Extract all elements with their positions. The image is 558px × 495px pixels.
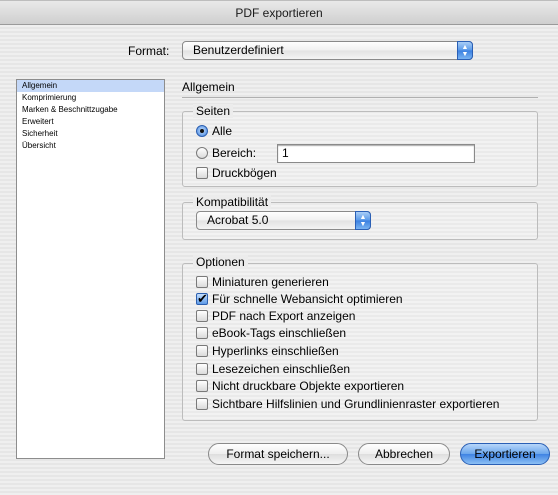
sidebar-item-erweitert[interactable]: Erweitert bbox=[17, 116, 164, 128]
radio-alle[interactable]: Alle bbox=[196, 123, 232, 139]
kompatibilitaet-popup[interactable]: Acrobat 5.0 ▲ ▼ bbox=[196, 211, 371, 230]
option-label: PDF nach Export anzeigen bbox=[212, 309, 356, 323]
sidebar-item-marken[interactable]: Marken & Beschnittzugabe bbox=[17, 104, 164, 116]
bereich-input[interactable]: 1 bbox=[277, 144, 475, 163]
section-title: Allgemein bbox=[182, 80, 235, 94]
option-miniaturen[interactable]: Miniaturen generieren bbox=[196, 274, 329, 290]
option-checkbox[interactable] bbox=[196, 327, 208, 339]
option-ebook-tags[interactable]: eBook-Tags einschließen bbox=[196, 325, 346, 341]
option-checkbox[interactable] bbox=[196, 276, 208, 288]
option-hyperlinks[interactable]: Hyperlinks einschließen bbox=[196, 343, 339, 359]
option-webansicht[interactable]: ✔ Für schnelle Webansicht optimieren bbox=[196, 291, 403, 307]
window-title: PDF exportieren bbox=[0, 1, 558, 25]
druckboegen-checkbox[interactable] bbox=[196, 167, 208, 179]
option-checkbox[interactable] bbox=[196, 345, 208, 357]
format-popup[interactable]: Benutzerdefiniert ▲ ▼ bbox=[182, 41, 473, 60]
seiten-caption: Seiten bbox=[193, 104, 234, 118]
sidebar-item-allgemein[interactable]: Allgemein bbox=[17, 80, 164, 92]
option-nicht-druckbar[interactable]: Nicht druckbare Objekte exportieren bbox=[196, 378, 404, 394]
option-checkbox[interactable]: ✔ bbox=[196, 291, 208, 306]
druckboegen-label: Druckbögen bbox=[212, 166, 277, 180]
option-checkbox[interactable] bbox=[196, 398, 208, 410]
radio-alle-button[interactable] bbox=[196, 125, 208, 137]
category-list: Allgemein Komprimierung Marken & Beschni… bbox=[16, 79, 165, 459]
cancel-button[interactable]: Abbrechen bbox=[358, 443, 450, 465]
radio-bereich[interactable]: Bereich: bbox=[196, 145, 256, 161]
format-label: Format: bbox=[128, 44, 170, 58]
option-checkbox[interactable] bbox=[196, 310, 208, 322]
updown-arrows-icon: ▲ ▼ bbox=[457, 41, 473, 60]
pdf-export-dialog: PDF exportieren Format: Benutzerdefinier… bbox=[0, 0, 558, 495]
kompatibilitaet-caption: Kompatibilität bbox=[193, 195, 272, 209]
option-label: eBook-Tags einschließen bbox=[212, 326, 347, 340]
option-pdf-anzeigen[interactable]: PDF nach Export anzeigen bbox=[196, 308, 355, 324]
option-checkbox[interactable] bbox=[196, 380, 208, 392]
save-format-button[interactable]: Format speichern... bbox=[208, 443, 348, 465]
option-lesezeichen[interactable]: Lesezeichen einschließen bbox=[196, 361, 350, 377]
radio-bereich-label: Bereich: bbox=[212, 146, 257, 160]
option-label: Lesezeichen einschließen bbox=[212, 362, 351, 376]
export-button[interactable]: Exportieren bbox=[460, 443, 550, 465]
option-checkbox[interactable] bbox=[196, 363, 208, 375]
optionen-caption: Optionen bbox=[193, 255, 248, 269]
section-divider bbox=[182, 97, 538, 98]
sidebar-item-sicherheit[interactable]: Sicherheit bbox=[17, 128, 164, 140]
option-label: Nicht druckbare Objekte exportieren bbox=[212, 379, 405, 393]
format-value: Benutzerdefiniert bbox=[193, 43, 284, 57]
option-label: Hyperlinks einschließen bbox=[212, 344, 339, 358]
updown-arrows-icon: ▲ ▼ bbox=[355, 211, 371, 230]
option-hilfslinien[interactable]: Sichtbare Hilfslinien und Grundlinienras… bbox=[196, 396, 499, 412]
kompatibilitaet-value: Acrobat 5.0 bbox=[207, 213, 269, 227]
sidebar-item-komprimierung[interactable]: Komprimierung bbox=[17, 92, 164, 104]
radio-bereich-button[interactable] bbox=[196, 147, 208, 159]
sidebar-item-uebersicht[interactable]: Übersicht bbox=[17, 140, 164, 152]
option-label: Miniaturen generieren bbox=[212, 275, 329, 289]
radio-alle-label: Alle bbox=[212, 124, 233, 138]
checkmark-icon: ✔ bbox=[197, 291, 208, 306]
checkbox-druckboegen[interactable]: Druckbögen bbox=[196, 165, 277, 181]
option-label: Sichtbare Hilfslinien und Grundlinienras… bbox=[212, 397, 500, 411]
option-label: Für schnelle Webansicht optimieren bbox=[212, 292, 403, 306]
